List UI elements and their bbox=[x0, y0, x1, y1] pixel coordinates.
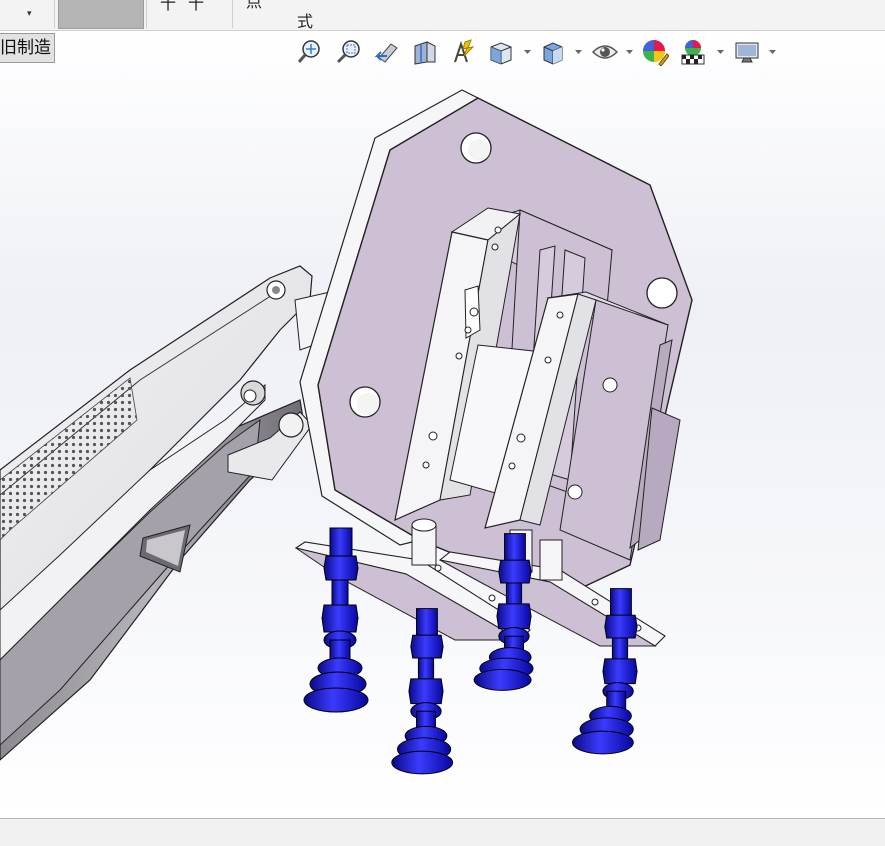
dynamic-annotation-views-icon[interactable] bbox=[448, 36, 478, 68]
hide-show-items-icon[interactable] bbox=[590, 36, 620, 68]
ribbon-dropdown-button[interactable]: ▾ bbox=[0, 0, 55, 28]
ribbon-label-partial: 式 bbox=[297, 12, 314, 31]
previous-view-icon[interactable] bbox=[372, 36, 402, 68]
cad-model-view[interactable] bbox=[0, 31, 885, 818]
chevron-down-icon[interactable] bbox=[625, 48, 634, 56]
view-orientation-icon[interactable] bbox=[486, 36, 516, 68]
graphics-area[interactable] bbox=[0, 31, 885, 818]
manufacturing-tab[interactable]: 旧制造 bbox=[0, 33, 55, 63]
chevron-down-icon[interactable] bbox=[716, 48, 725, 56]
ribbon-divider bbox=[146, 0, 147, 28]
section-view-icon[interactable] bbox=[410, 36, 440, 68]
status-bar bbox=[0, 818, 885, 846]
robot-arm[interactable] bbox=[0, 265, 331, 761]
ribbon-label-partial: 点 bbox=[246, 0, 263, 11]
chevron-down-icon[interactable] bbox=[768, 48, 777, 56]
command-manager-ribbon: ▾ 十 十 点 式 bbox=[0, 0, 885, 31]
view-settings-icon[interactable] bbox=[732, 36, 762, 68]
edit-appearance-icon[interactable] bbox=[640, 36, 670, 68]
ribbon-divider bbox=[232, 0, 233, 28]
chevron-down-icon[interactable] bbox=[574, 48, 583, 56]
chevron-down-icon: ▾ bbox=[27, 9, 32, 19]
display-style-icon[interactable] bbox=[538, 36, 568, 68]
apply-scene-icon[interactable] bbox=[678, 36, 708, 68]
zoom-to-fit-icon[interactable] bbox=[296, 36, 326, 68]
ribbon-label-partial: 十 bbox=[160, 0, 177, 13]
ribbon-label-partial: 十 bbox=[188, 0, 205, 13]
ribbon-selected-button[interactable] bbox=[58, 0, 144, 29]
zoom-to-area-icon[interactable] bbox=[334, 36, 364, 68]
chevron-down-icon[interactable] bbox=[523, 48, 532, 56]
